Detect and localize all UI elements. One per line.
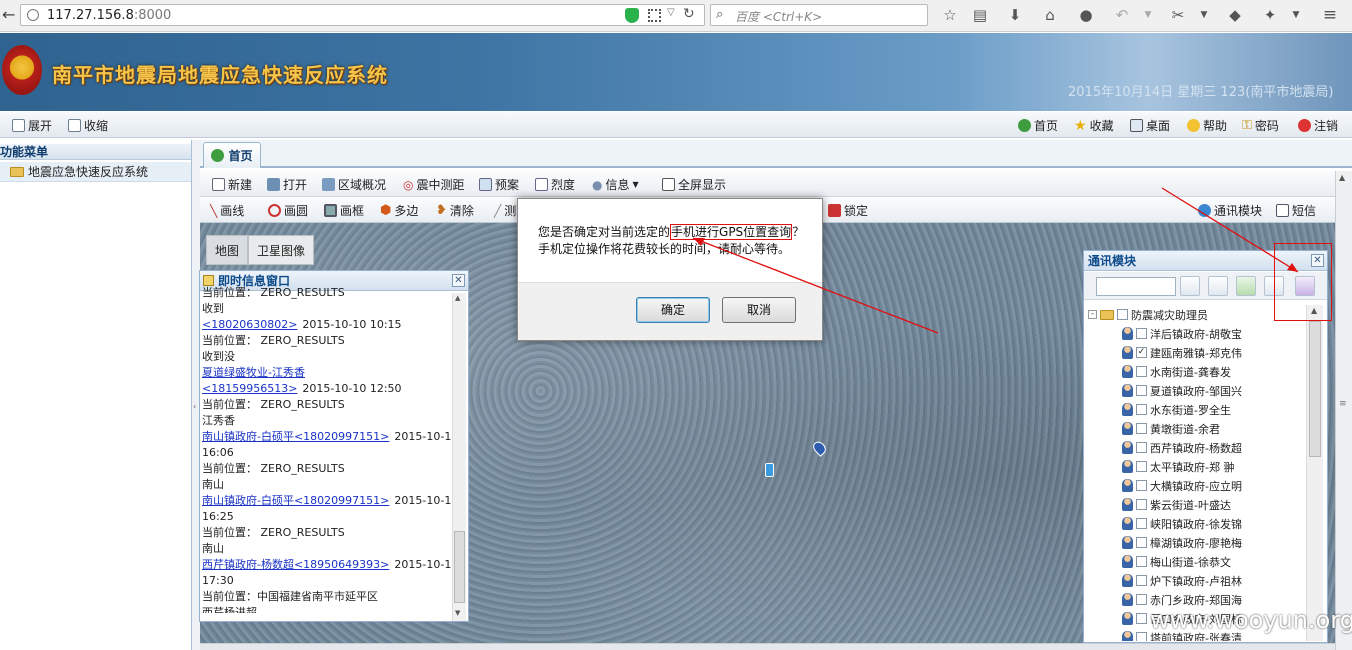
annotation-arrows (692, 187, 1299, 334)
watermark: www.wooyun.org (1150, 606, 1352, 634)
arrow-head-icon (1287, 263, 1298, 272)
annotation-arrow-to-gps (1161, 187, 1299, 273)
annotation-arrow-to-dialog (692, 237, 939, 334)
